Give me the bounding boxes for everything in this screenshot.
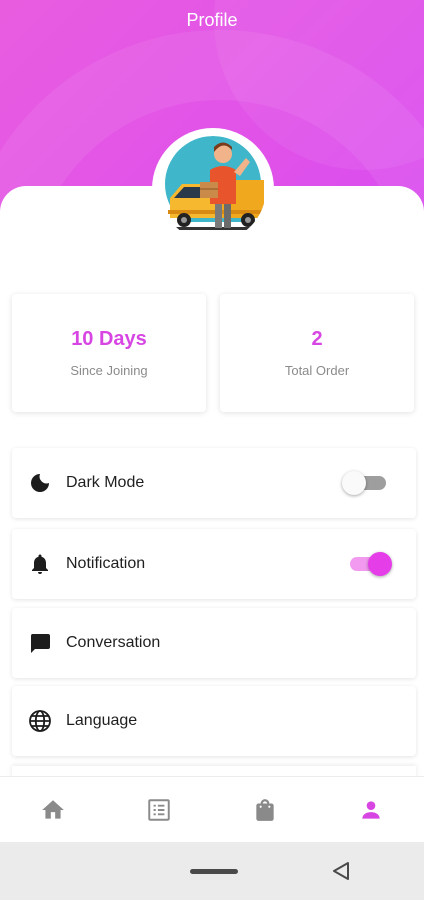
bottom-navigation [0,776,424,842]
nav-shop[interactable] [235,785,295,835]
settings-row-label: Dark Mode [66,474,145,491]
shopping-bag-icon [256,798,274,821]
dark-mode-toggle[interactable] [342,471,390,495]
list-icon [148,798,170,821]
avatar[interactable] [152,128,274,250]
settings-row-conversation[interactable]: Conversation [12,608,416,678]
toggle-thumb [368,552,392,576]
settings-row-label: Language [66,712,138,729]
stat-label: Total Order [284,363,350,378]
bell-icon [26,550,54,578]
nav-profile[interactable] [341,785,401,835]
settings-row-language[interactable]: Language [12,686,416,756]
settings-row-label: Conversation [66,634,161,651]
delivery-man-illustration [160,136,266,242]
settings-row-label: Notification [66,555,146,572]
settings-row-notification[interactable]: Notification [12,529,416,599]
stat-value: 2 [311,328,323,350]
toggle-thumb [342,471,366,495]
home-gesture-pill[interactable] [190,869,238,874]
chat-icon [26,629,54,657]
back-triangle-icon[interactable] [330,860,352,882]
notification-toggle[interactable] [346,552,392,576]
settings-row-dark-mode[interactable]: Dark Mode [12,448,416,518]
globe-icon [26,707,54,735]
page-title: Profile [186,10,238,30]
home-icon [42,799,64,819]
system-navigation-bar [0,842,424,900]
nav-orders-list[interactable] [129,785,189,835]
nav-home[interactable] [23,785,83,835]
stat-card-total-order[interactable]: 2 Total Order [220,294,414,412]
stat-card-since-joining: 10 Days Since Joining [12,294,206,412]
person-icon [362,800,380,819]
stat-value: 10 Days [71,328,147,350]
moon-icon [26,469,54,497]
stat-label: Since Joining [70,363,148,378]
